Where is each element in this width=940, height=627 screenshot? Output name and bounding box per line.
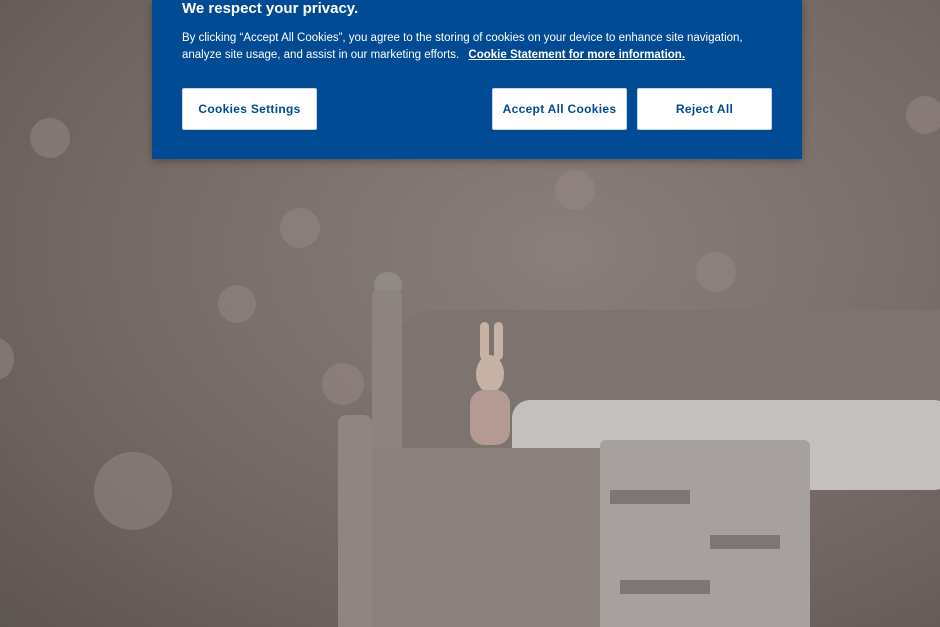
wallpaper-dot xyxy=(218,285,256,323)
blanket-pattern xyxy=(620,580,710,594)
wallpaper-dot xyxy=(94,452,172,530)
wallpaper-dot xyxy=(280,208,320,248)
cookies-settings-button[interactable]: Cookies Settings xyxy=(182,88,317,130)
bunny-head xyxy=(476,355,504,393)
bed-footboard xyxy=(340,448,610,627)
blanket xyxy=(600,440,810,627)
reject-all-button[interactable]: Reject All xyxy=(637,88,772,130)
accept-all-cookies-button[interactable]: Accept All Cookies xyxy=(492,88,627,130)
wallpaper-dot xyxy=(322,363,364,405)
banner-description: By clicking “Accept All Cookies”, you ag… xyxy=(182,30,772,64)
blanket-pattern xyxy=(610,490,690,504)
bunny-body xyxy=(470,390,510,445)
cookie-statement-link[interactable]: Cookie Statement for more information. xyxy=(468,49,685,61)
bunny-ear xyxy=(494,322,503,360)
wallpaper-dot xyxy=(696,252,736,292)
wallpaper-dot xyxy=(555,170,595,210)
banner-title: We respect your privacy. xyxy=(182,0,359,17)
bed-front-post xyxy=(338,415,372,627)
cookie-consent-banner: We respect your privacy. By clicking “Ac… xyxy=(152,0,802,159)
wallpaper-dot xyxy=(0,338,14,380)
blanket-pattern xyxy=(710,535,780,549)
wallpaper-dot xyxy=(906,96,940,134)
wallpaper-dot xyxy=(30,118,70,158)
